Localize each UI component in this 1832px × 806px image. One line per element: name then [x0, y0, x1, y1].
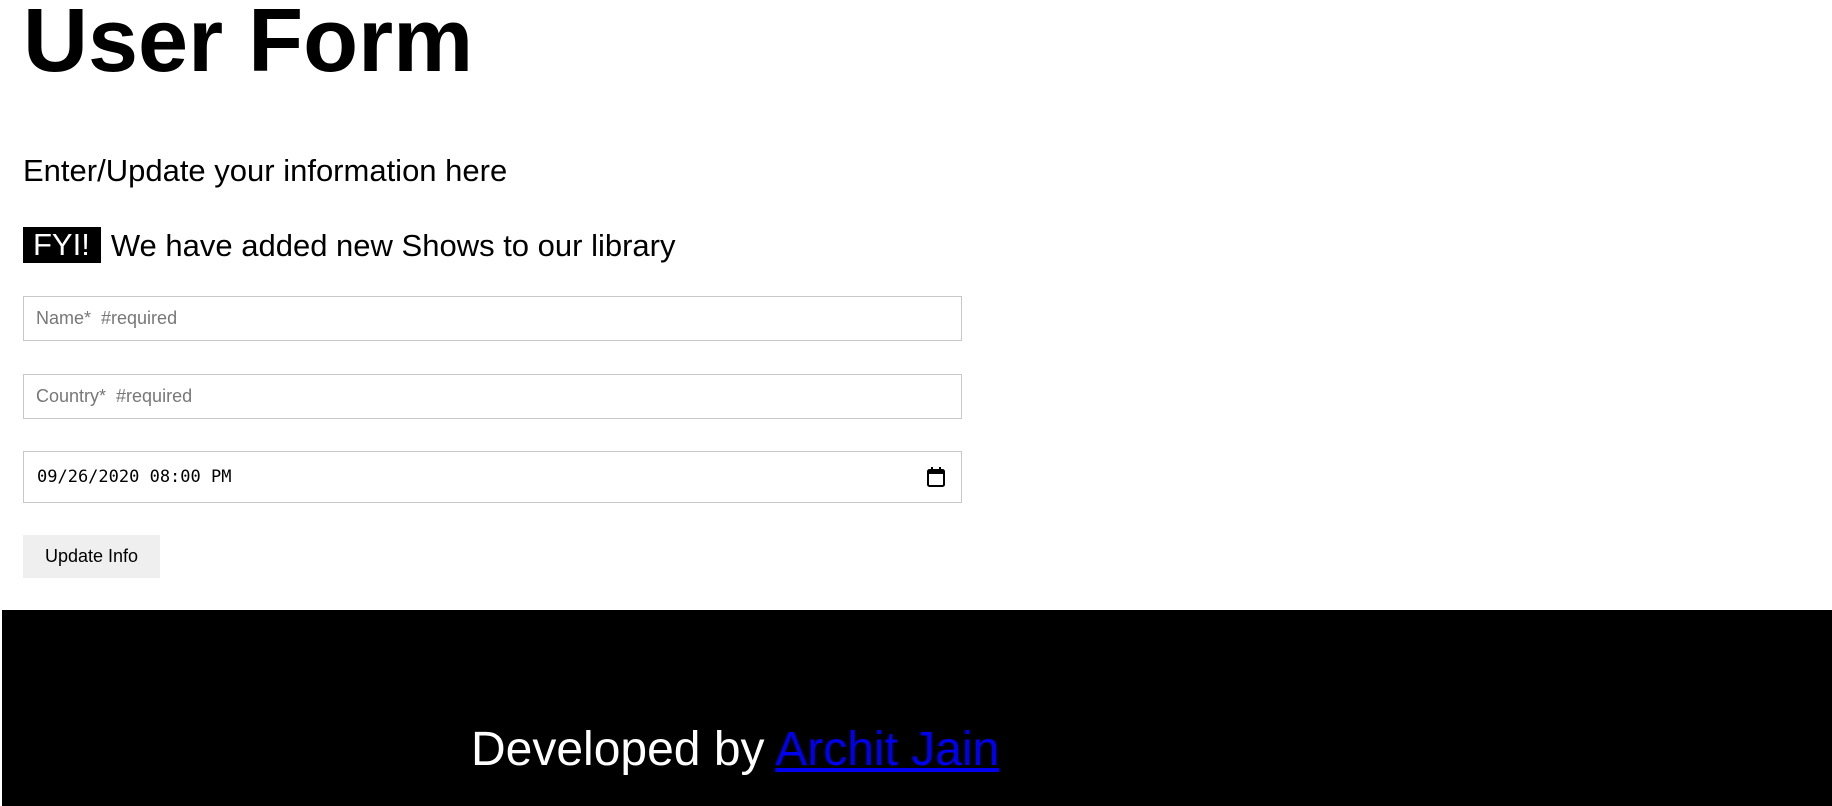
datetime-value: 09/26/2020 08:00 PM [37, 467, 232, 487]
footer-credit-prefix: Developed by [471, 723, 765, 776]
page-title: User Form [23, 0, 474, 91]
name-input[interactable] [23, 296, 962, 341]
update-info-button[interactable]: Update Info [23, 535, 160, 578]
notice-banner: FYI! We have added new Shows to our libr… [23, 227, 675, 263]
datetime-input[interactable]: 09/26/2020 08:00 PM [23, 451, 962, 503]
calendar-icon[interactable] [927, 467, 945, 487]
author-link[interactable]: Archit Jain [775, 723, 999, 776]
page-subtitle: Enter/Update your information here [23, 153, 508, 188]
notice-text: We have added new Shows to our library [110, 227, 676, 263]
fyi-badge: FYI! [23, 227, 101, 263]
footer: Developed by Archit Jain [2, 610, 1832, 806]
page: User Form Enter/Update your information … [0, 0, 1832, 806]
country-input[interactable] [23, 374, 962, 419]
footer-credit: Developed by Archit Jain [471, 726, 999, 774]
